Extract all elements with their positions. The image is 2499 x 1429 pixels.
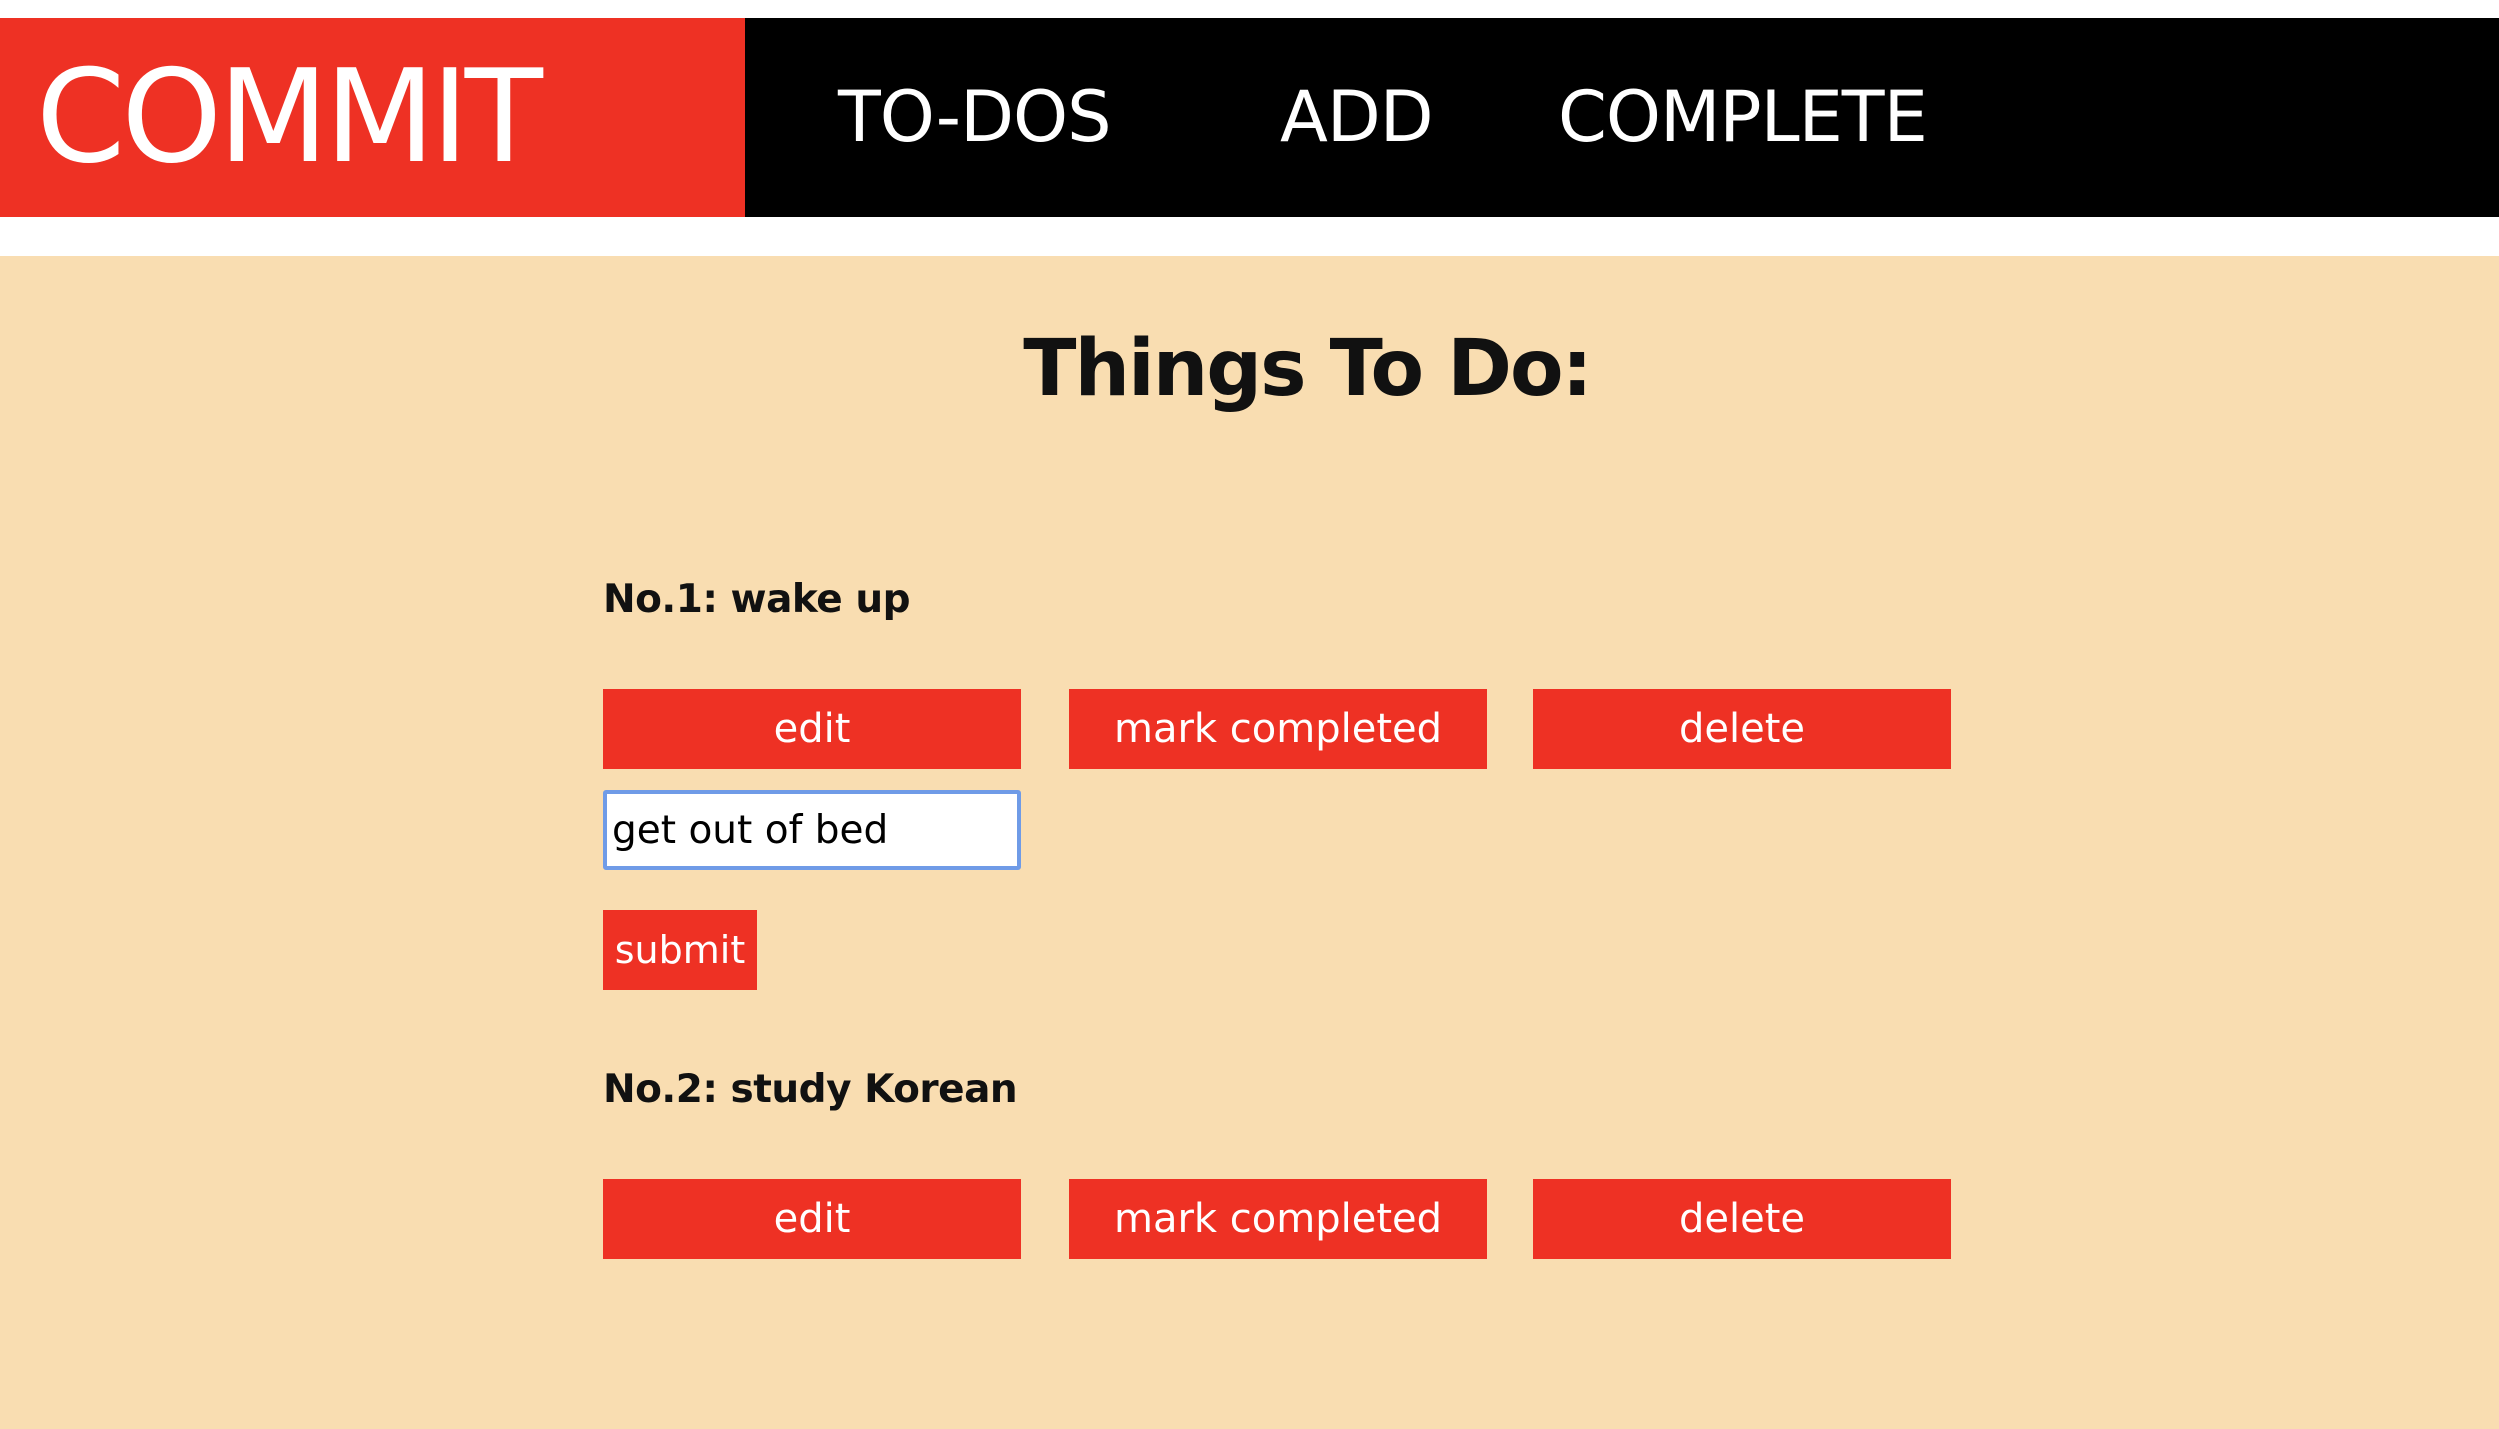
delete-button[interactable]: delete: [1533, 1179, 1951, 1259]
nav-link-todos[interactable]: TO-DOS: [838, 18, 1111, 217]
delete-button[interactable]: delete: [1533, 689, 1951, 769]
submit-button[interactable]: submit: [603, 910, 757, 990]
mark-completed-button[interactable]: mark completed: [1069, 689, 1487, 769]
nav-link-complete[interactable]: COMPLETE: [1558, 18, 1928, 217]
todo-list-section: Things To Do: No.1: wake up edit mark co…: [0, 256, 2499, 1429]
edit-button[interactable]: edit: [603, 1179, 1021, 1259]
edit-button[interactable]: edit: [603, 689, 1021, 769]
todo-item-label: No.2: study Korean: [603, 1067, 1018, 1112]
mark-completed-button[interactable]: mark completed: [1069, 1179, 1487, 1259]
edit-todo-input[interactable]: [603, 790, 1021, 870]
top-navigation: COMMIT TO-DOS ADD COMPLETE: [0, 18, 2499, 217]
nav-link-add[interactable]: ADD: [1280, 18, 1434, 217]
brand-logo[interactable]: COMMIT: [0, 18, 745, 217]
todo-item-label: No.1: wake up: [603, 577, 911, 622]
page-title: Things To Do:: [1023, 324, 1593, 414]
